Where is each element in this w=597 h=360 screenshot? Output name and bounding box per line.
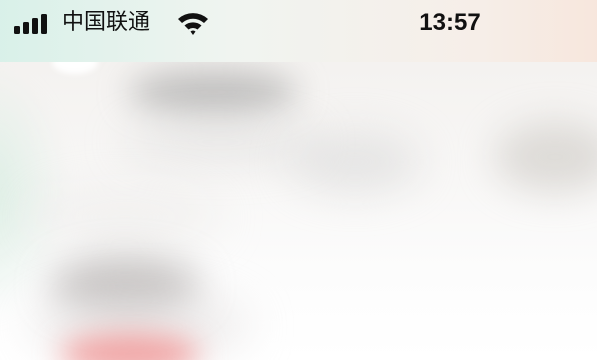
status-time: 13:57 <box>419 9 481 36</box>
cellular-signal-icon <box>14 12 54 34</box>
carrier-name: 中国联通 <box>62 10 151 35</box>
blurred-icon-block <box>495 122 597 192</box>
blurred-title-block <box>128 70 298 114</box>
wifi-icon <box>176 10 210 36</box>
phone-screen: 中国联通 13:57 <box>0 0 597 360</box>
blurred-page-content <box>0 62 597 360</box>
blurred-button-block <box>290 132 420 192</box>
blurred-row-block <box>30 192 220 242</box>
status-bar: 中国联通 13:57 <box>0 0 597 62</box>
